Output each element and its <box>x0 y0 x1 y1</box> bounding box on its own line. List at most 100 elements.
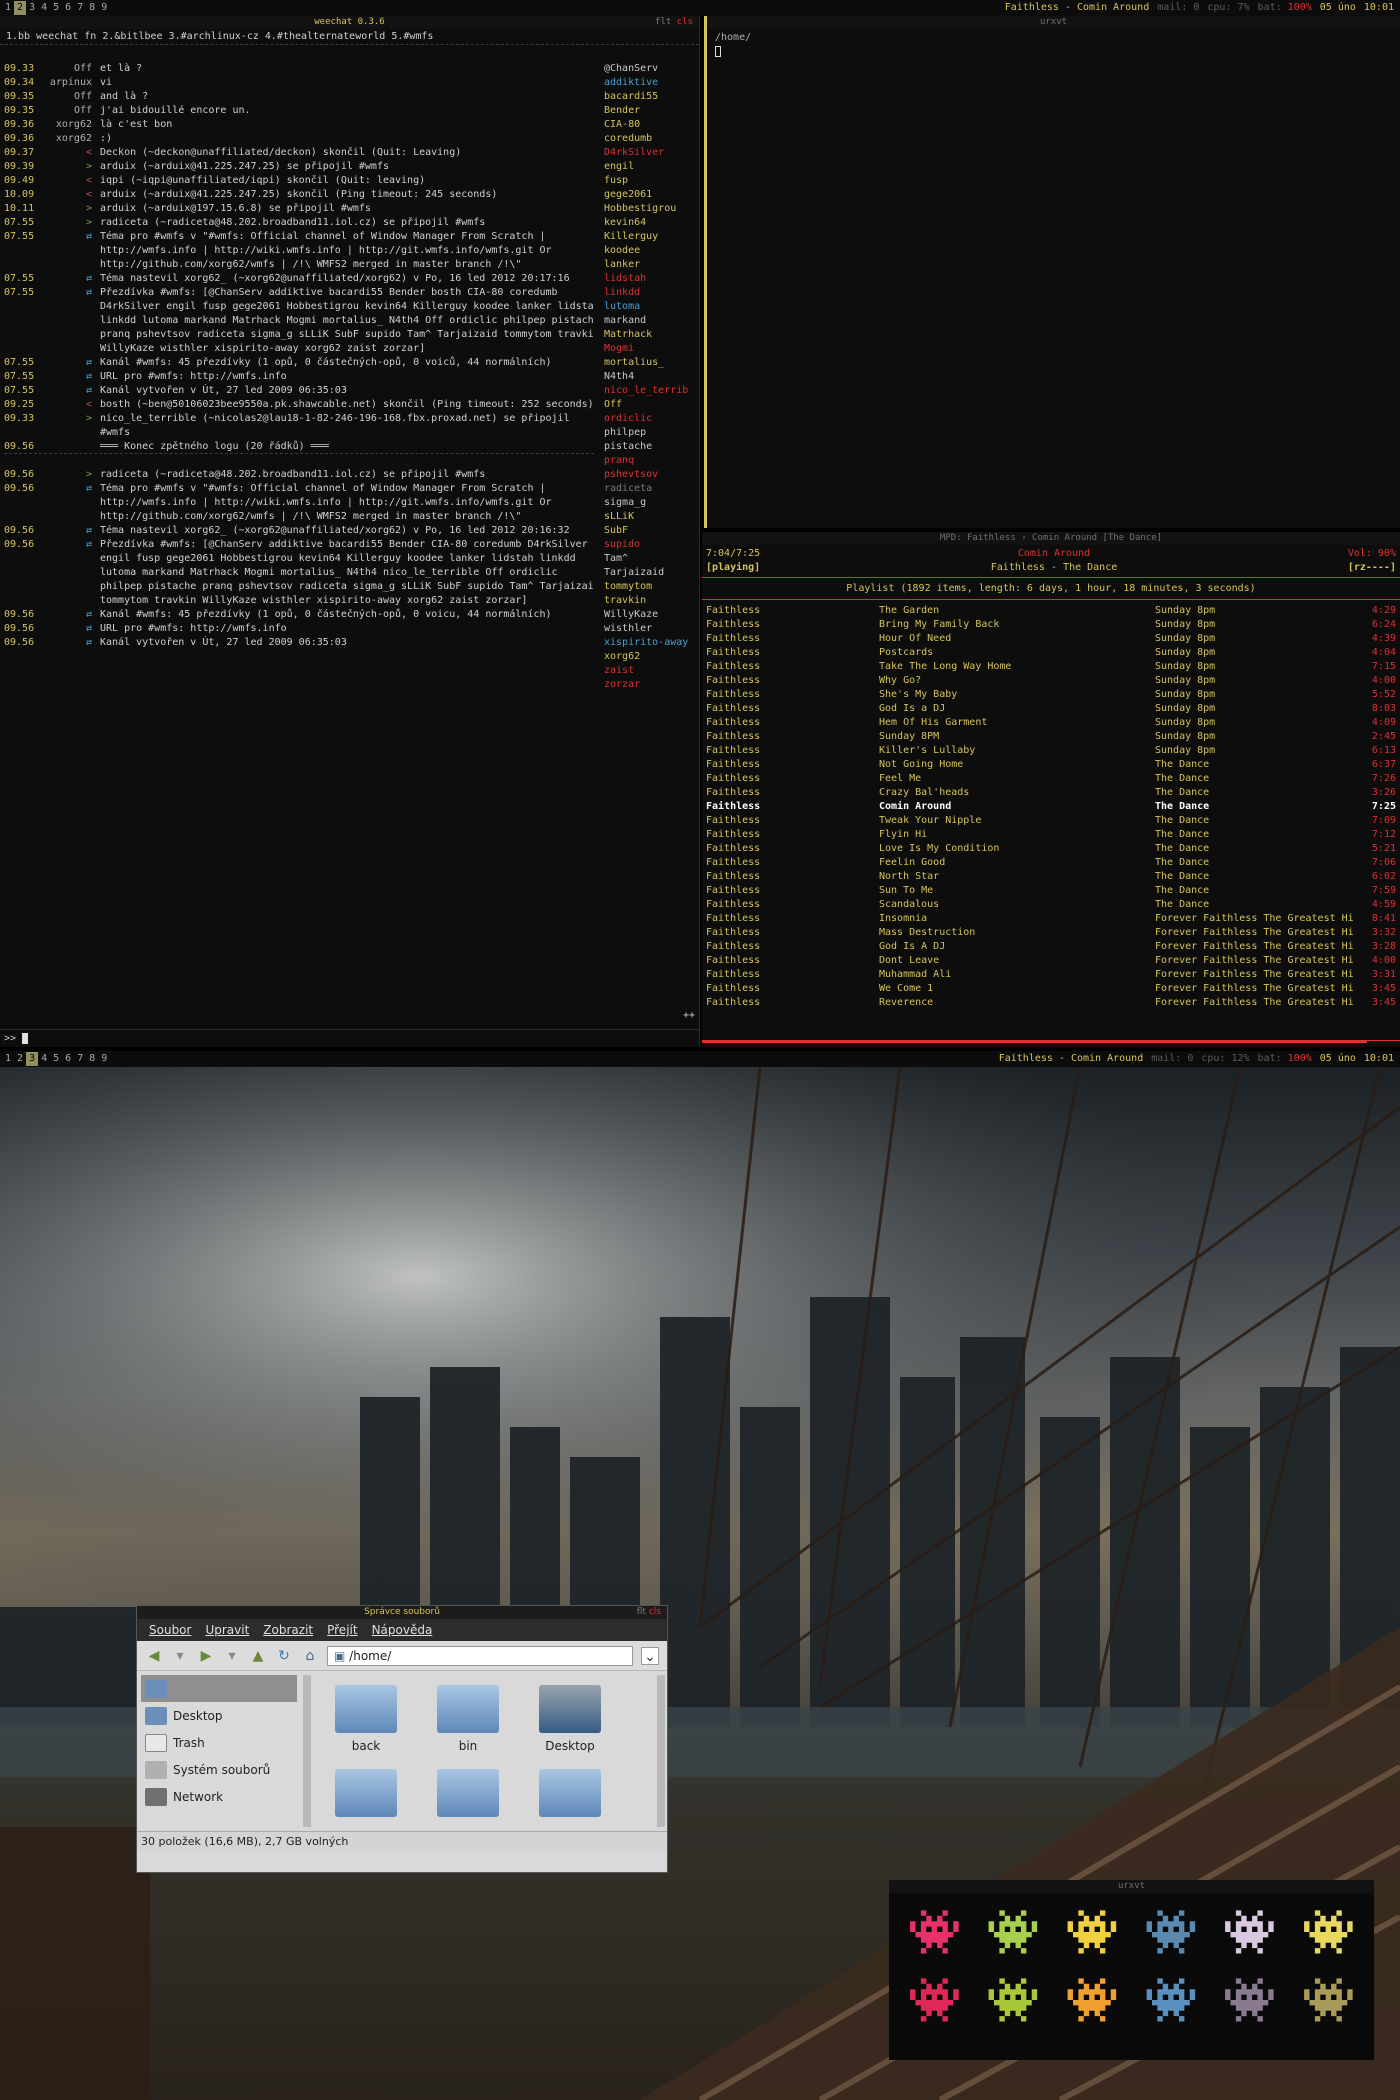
playlist-row[interactable]: Faithless Scandalous The Dance 4:59 <box>702 898 1400 912</box>
file-manager-window[interactable]: Správce souborů flt cls Soubor Upravit Zob… <box>136 1605 668 1873</box>
weechat-window[interactable]: weechat 0.3.6 flt cls 1.bb weechat fn 2.… <box>0 16 700 1047</box>
nick-list[interactable]: @ChanServ addiktive bacardi55 Bender CIA-80 c… <box>604 62 696 692</box>
playlist-row[interactable]: Faithless Flyin Hi The Dance 7:12 <box>702 828 1400 842</box>
nick[interactable]: @ChanServ <box>604 62 696 76</box>
nick[interactable]: travkin <box>604 594 696 608</box>
nick[interactable]: CIA-80 <box>604 118 696 132</box>
buffer-list-text[interactable]: 1.bb weechat fn 2.&bitlbee 3.#archlinux-… <box>6 31 433 42</box>
workspace-tag-2[interactable]: 2 <box>14 1052 26 1066</box>
playlist-row[interactable]: Faithless Insomnia Forever Faithless The G… <box>702 912 1400 926</box>
nick[interactable]: philpep <box>604 426 696 440</box>
nick[interactable]: Killerguy <box>604 230 696 244</box>
playlist-row[interactable]: Faithless Love Is My Condition The Dance 5:… <box>702 842 1400 856</box>
nick[interactable]: sigma_g <box>604 496 696 510</box>
place-item[interactable]: Desktop <box>141 1702 297 1729</box>
nick[interactable]: nico_le_terrib <box>604 384 696 398</box>
playlist-row[interactable]: Faithless Hem Of His Garment Sunday 8pm 4:0… <box>702 716 1400 730</box>
playlist-row[interactable]: Faithless Mass Destruction Forever Faithle… <box>702 926 1400 940</box>
ncmpcpp-window[interactable]: MPD: Faithless › Comin Around [The Dance… <box>702 532 1400 1047</box>
reload-icon[interactable]: ↻ <box>275 1647 293 1665</box>
nick[interactable]: mortalius_ <box>604 356 696 370</box>
playlist-row[interactable]: Faithless Not Going Home The Dance 6:37 <box>702 758 1400 772</box>
playlist-row[interactable]: Faithless Comin Around The Dance 7:25 <box>702 800 1400 814</box>
playlist-row[interactable]: Faithless We Come 1 Forever Faithless The … <box>702 982 1400 996</box>
nick[interactable]: Matrhack <box>604 328 696 342</box>
workspace-tag-1[interactable]: 1 <box>2 1052 14 1066</box>
volume[interactable]: Vol: 90% <box>1348 547 1396 561</box>
nick[interactable]: ordiclic <box>604 412 696 426</box>
workspace-tags[interactable]: 123456789 <box>2 1052 110 1066</box>
nick[interactable]: linkdd <box>604 286 696 300</box>
terminal-prompt[interactable]: /home/ <box>707 29 1400 61</box>
file-item[interactable]: Desktop <box>527 1679 613 1753</box>
playlist-row[interactable]: Faithless Feelin Good The Dance 7:06 <box>702 856 1400 870</box>
playlist-row[interactable]: Faithless Why Go? Sunday 8pm 4:00 <box>702 674 1400 688</box>
playlist-row[interactable]: Faithless Dont Leave Forever Faithless The… <box>702 954 1400 968</box>
file-grid[interactable]: back bin Desktop <box>313 1671 655 1831</box>
file-item[interactable]: bin <box>425 1679 511 1753</box>
nick[interactable]: Tam^ <box>604 552 696 566</box>
home-icon[interactable]: ⌂ <box>301 1647 319 1665</box>
nick[interactable]: Bender <box>604 104 696 118</box>
playlist-row[interactable]: Faithless Crazy Bal'heads The Dance 3:26 <box>702 786 1400 800</box>
playlist-row[interactable]: Faithless She's My Baby Sunday 8pm 5:52 <box>702 688 1400 702</box>
nick[interactable]: zaist <box>604 664 696 678</box>
playlist-row[interactable]: Faithless Killer's Lullaby Sunday 8pm 6:13 <box>702 744 1400 758</box>
workspace-tag-5[interactable]: 5 <box>50 1052 62 1066</box>
place-item[interactable]: Trash <box>141 1729 297 1756</box>
invaders-terminal[interactable]: urxvt 👾 👾 👾 👾 👾 👾 👾 👾 👾 👾 👾 👾 <box>889 1880 1374 2060</box>
nick[interactable]: Hobbestigrou <box>604 202 696 216</box>
chevron-down-icon[interactable]: ▾ <box>171 1647 189 1665</box>
file-item[interactable]: back <box>323 1679 409 1753</box>
file-scrollbar[interactable] <box>657 1675 665 1827</box>
playlist-row[interactable]: Faithless Take The Long Way Home Sunday 8p… <box>702 660 1400 674</box>
buffer-list[interactable]: 1.bb weechat fn 2.&bitlbee 3.#archlinux-… <box>0 29 699 45</box>
playlist-row[interactable]: Faithless Feel Me The Dance 7:26 <box>702 772 1400 786</box>
nick[interactable]: wisthler <box>604 622 696 636</box>
sidebar-scrollbar[interactable] <box>303 1675 311 1827</box>
playlist-row[interactable]: Faithless Reverence Forever Faithless The … <box>702 996 1400 1010</box>
playlist-row[interactable]: Faithless Postcards Sunday 8pm 4:04 <box>702 646 1400 660</box>
nick[interactable]: Off <box>604 398 696 412</box>
back-arrow-icon[interactable]: ◀ <box>145 1647 163 1665</box>
nick[interactable]: kevin64 <box>604 216 696 230</box>
workspace-tag-9[interactable]: 9 <box>98 1052 110 1066</box>
workspace-tag-2[interactable]: 2 <box>14 1 27 15</box>
forward-arrow-icon[interactable]: ▶ <box>197 1647 215 1665</box>
up-arrow-icon[interactable]: ▲ <box>249 1647 267 1665</box>
nick[interactable]: radiceta <box>604 482 696 496</box>
nick[interactable]: bacardi55 <box>604 90 696 104</box>
nick[interactable]: addiktive <box>604 76 696 90</box>
nick[interactable]: lutoma <box>604 300 696 314</box>
nick[interactable]: zorzar <box>604 678 696 692</box>
playlist-row[interactable]: Faithless God Is A DJ Forever Faithless Th… <box>702 940 1400 954</box>
place-item[interactable]: Network <box>141 1783 297 1810</box>
playlist-row[interactable]: Faithless Sun To Me The Dance 7:59 <box>702 884 1400 898</box>
nick[interactable]: xorg62 <box>604 650 696 664</box>
nick[interactable]: lanker <box>604 258 696 272</box>
terminal-window[interactable]: urxvt /home/ <box>704 16 1400 528</box>
nick[interactable]: Tarjaizaid <box>604 566 696 580</box>
menu-přejít[interactable]: Přejít <box>327 1622 357 1638</box>
chat-input[interactable]: >> <box>0 1029 699 1047</box>
close-button[interactable]: cls <box>677 17 693 27</box>
playlist-row[interactable]: Faithless Tweak Your Nipple The Dance 7:09 <box>702 814 1400 828</box>
workspace-tag-3[interactable]: 3 <box>26 1 38 15</box>
nick[interactable]: markand <box>604 314 696 328</box>
file-item[interactable] <box>527 1763 613 1823</box>
workspace-tag-9[interactable]: 9 <box>98 1 110 15</box>
playlist-row[interactable]: Faithless The Garden Sunday 8pm 4:29 <box>702 604 1400 618</box>
workspace-tag-4[interactable]: 4 <box>38 1052 50 1066</box>
nick[interactable]: sLLiK <box>604 510 696 524</box>
chevron-down-icon[interactable]: ▾ <box>223 1647 241 1665</box>
workspace-tag-8[interactable]: 8 <box>86 1052 98 1066</box>
path-input[interactable]: ▣ /home/ <box>327 1645 633 1666</box>
nick[interactable]: supido <box>604 538 696 552</box>
close-button[interactable]: cls <box>649 1607 661 1617</box>
playlist-row[interactable]: Faithless Muhammad Ali Forever Faithless T… <box>702 968 1400 982</box>
nick[interactable]: pshevtsov <box>604 468 696 482</box>
float-button[interactable]: flt <box>655 17 671 27</box>
nick[interactable]: pranq <box>604 454 696 468</box>
nick[interactable]: xispirito-away <box>604 636 696 650</box>
nick[interactable]: N4th4 <box>604 370 696 384</box>
